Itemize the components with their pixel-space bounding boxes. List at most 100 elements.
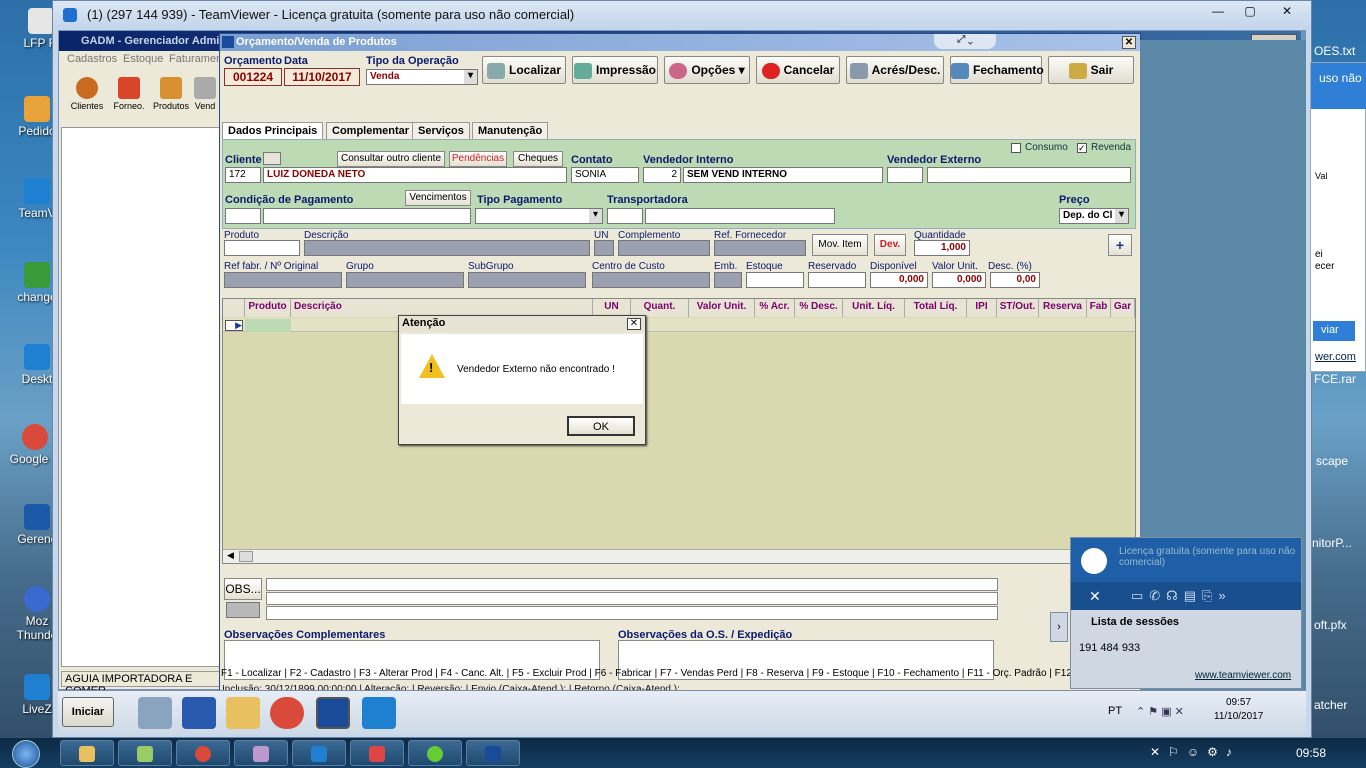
cliente-lookup-button[interactable] [263, 152, 281, 165]
table-row[interactable] [223, 318, 1135, 332]
ok-button[interactable]: OK [567, 416, 635, 436]
grid-header-acr[interactable]: % Acr. [755, 299, 795, 317]
mov-item-button[interactable]: Mov. Item [812, 234, 868, 256]
grid-header-valor-unit[interactable]: Valor Unit. [689, 299, 755, 317]
cheques-button[interactable]: Cheques [513, 151, 563, 167]
tv-tools-icons[interactable]: ▭✆☊▤⎘» [1131, 588, 1232, 604]
vendedor-externo-code[interactable] [887, 167, 923, 183]
condicao-desc-field[interactable] [263, 208, 471, 224]
desc-pct-field[interactable]: 0,00 [990, 272, 1040, 288]
pendencias-button[interactable]: Pendências [449, 151, 507, 167]
fornecedores-tool[interactable]: Forneo. [107, 77, 151, 111]
teamviewer-icon[interactable] [362, 697, 396, 729]
grid-header-total-liq[interactable]: Total Líq. [905, 299, 967, 317]
transportadora-name[interactable] [645, 208, 835, 224]
language-indicator[interactable]: PT [1108, 705, 1122, 717]
scroll-thumb[interactable] [239, 551, 253, 562]
consultar-cliente-button[interactable]: Consultar outro cliente [337, 151, 445, 167]
clientes-tool[interactable]: Clientes [65, 77, 109, 111]
menu-faturamento[interactable]: Faturamen [169, 53, 222, 65]
tv-sessions-label[interactable]: Lista de sessões [1091, 616, 1179, 628]
right-snippet-link[interactable]: wer.com [1315, 351, 1356, 363]
tab-manutencao[interactable]: Manutenção [472, 122, 549, 139]
taskbar-tool[interactable] [350, 740, 404, 766]
tv-session-id[interactable]: 191 484 933 [1079, 642, 1140, 654]
cliente-code-field[interactable]: 172 [225, 167, 261, 183]
contato-field[interactable]: SONIA [571, 167, 639, 183]
tv-panel-expand-icon[interactable]: › [1050, 612, 1068, 642]
row-selector-icon[interactable]: ▶ [225, 320, 243, 331]
items-grid[interactable]: Produto Descrição UN Quant. Valor Unit. … [222, 298, 1136, 564]
obs-button[interactable]: OBS... [224, 578, 262, 600]
right-snippet-button[interactable]: viar [1313, 321, 1355, 341]
transportadora-code[interactable] [607, 208, 643, 224]
menu-estoque[interactable]: Estoque [123, 53, 163, 65]
localizar-button[interactable]: Localizar [482, 56, 566, 84]
table-row-produto-cell[interactable] [245, 319, 291, 332]
produto-field[interactable] [224, 240, 300, 256]
acres-desc-button[interactable]: Acrés/Desc. [846, 56, 944, 84]
maximize-button[interactable]: ▢ [1235, 3, 1265, 21]
tab-servicos[interactable]: Serviços [412, 122, 470, 139]
chrome-icon[interactable] [270, 697, 304, 729]
grid-header-desc[interactable]: % Desc. [795, 299, 843, 317]
fechamento-button[interactable]: Fechamento [950, 56, 1044, 84]
tipo-pagamento-select[interactable]: ▾ [475, 208, 603, 224]
condicao-code-field[interactable] [225, 208, 261, 224]
tray-icons[interactable]: ⌃ ⚑ ▣ ✕ [1136, 705, 1184, 718]
grid-header-reserva[interactable]: Reserva [1039, 299, 1087, 317]
windows-start-icon[interactable] [12, 740, 40, 768]
preco-select[interactable]: Dep. do Cl ▾ [1059, 208, 1129, 224]
impressao-button[interactable]: Impressão [572, 56, 658, 84]
chevron-down-icon[interactable]: ▾ [464, 70, 477, 84]
obs-line-3[interactable] [266, 606, 998, 620]
menu-cadastros[interactable]: Cadastros [67, 53, 117, 65]
vendedores-tool[interactable]: Vend [191, 77, 219, 111]
vendedor-interno-name[interactable]: SEM VEND INTERNO [683, 167, 883, 183]
vencimentos-button[interactable]: Vencimentos [405, 190, 471, 206]
cliente-name-field[interactable]: LUIZ DONEDA NETO [263, 167, 567, 183]
grid-header-ipi[interactable]: IPI [967, 299, 997, 317]
quantidade-field[interactable]: 1,000 [914, 240, 970, 256]
taskbar-app[interactable] [234, 740, 288, 766]
dev-button[interactable]: Dev. [874, 234, 906, 256]
cancelar-button[interactable]: Cancelar [756, 56, 840, 84]
opcoes-button[interactable]: Opções ▾ [664, 56, 750, 84]
is-app-icon[interactable] [316, 697, 350, 729]
grid-header-produto[interactable]: Produto [245, 299, 291, 317]
add-item-button[interactable]: + [1108, 234, 1132, 256]
horizontal-scrollbar[interactable]: ◀ ▶ [223, 549, 1135, 563]
sair-button[interactable]: Sair [1048, 56, 1134, 84]
powershell-icon[interactable] [182, 697, 216, 729]
tab-complementar[interactable]: Complementar [326, 122, 416, 139]
consumo-checkbox[interactable] [1011, 143, 1021, 153]
vendedor-interno-code[interactable]: 2 [643, 167, 681, 183]
produtos-tool[interactable]: Produtos [149, 77, 193, 111]
tipo-operacao-select[interactable]: Venda ▾ [366, 69, 478, 85]
tv-website-link[interactable]: www.teamviewer.com [1195, 670, 1291, 681]
grid-header-fab[interactable]: Fab [1087, 299, 1111, 317]
tab-dados-principais[interactable]: Dados Principais [222, 122, 324, 140]
taskbar-is[interactable] [466, 740, 520, 766]
taskbar-explorer[interactable] [60, 740, 114, 766]
start-button[interactable]: Iniciar [62, 697, 114, 727]
scroll-left-icon[interactable]: ◀ [224, 550, 237, 563]
obs-line-1[interactable] [266, 578, 998, 591]
taskbar-media[interactable] [408, 740, 462, 766]
chevron-down-icon[interactable]: ▾ [1115, 209, 1128, 223]
orcamento-close-button[interactable]: ✕ [1122, 36, 1136, 49]
grid-header-unit-liq[interactable]: Unit. Líq. [843, 299, 905, 317]
minimize-button[interactable]: — [1203, 3, 1233, 21]
taskbar-files[interactable] [118, 740, 172, 766]
taskbar-teamviewer[interactable] [292, 740, 346, 766]
folder-icon[interactable] [226, 697, 260, 729]
network-icon[interactable] [138, 697, 172, 729]
valor-unit-field[interactable]: 0,000 [932, 272, 986, 288]
tray-icons[interactable]: ✕⚐☺⚙♪ [1150, 745, 1240, 759]
taskbar-chrome[interactable] [176, 740, 230, 766]
tv-close-icon[interactable]: ✕ [1089, 588, 1101, 605]
obs-line-2[interactable] [266, 592, 998, 605]
grid-header-st-out[interactable]: ST/Out. [997, 299, 1039, 317]
tv-collapse-tab[interactable]: ⤢ ⌄ [934, 34, 996, 49]
chevron-down-icon[interactable]: ▾ [589, 209, 602, 223]
